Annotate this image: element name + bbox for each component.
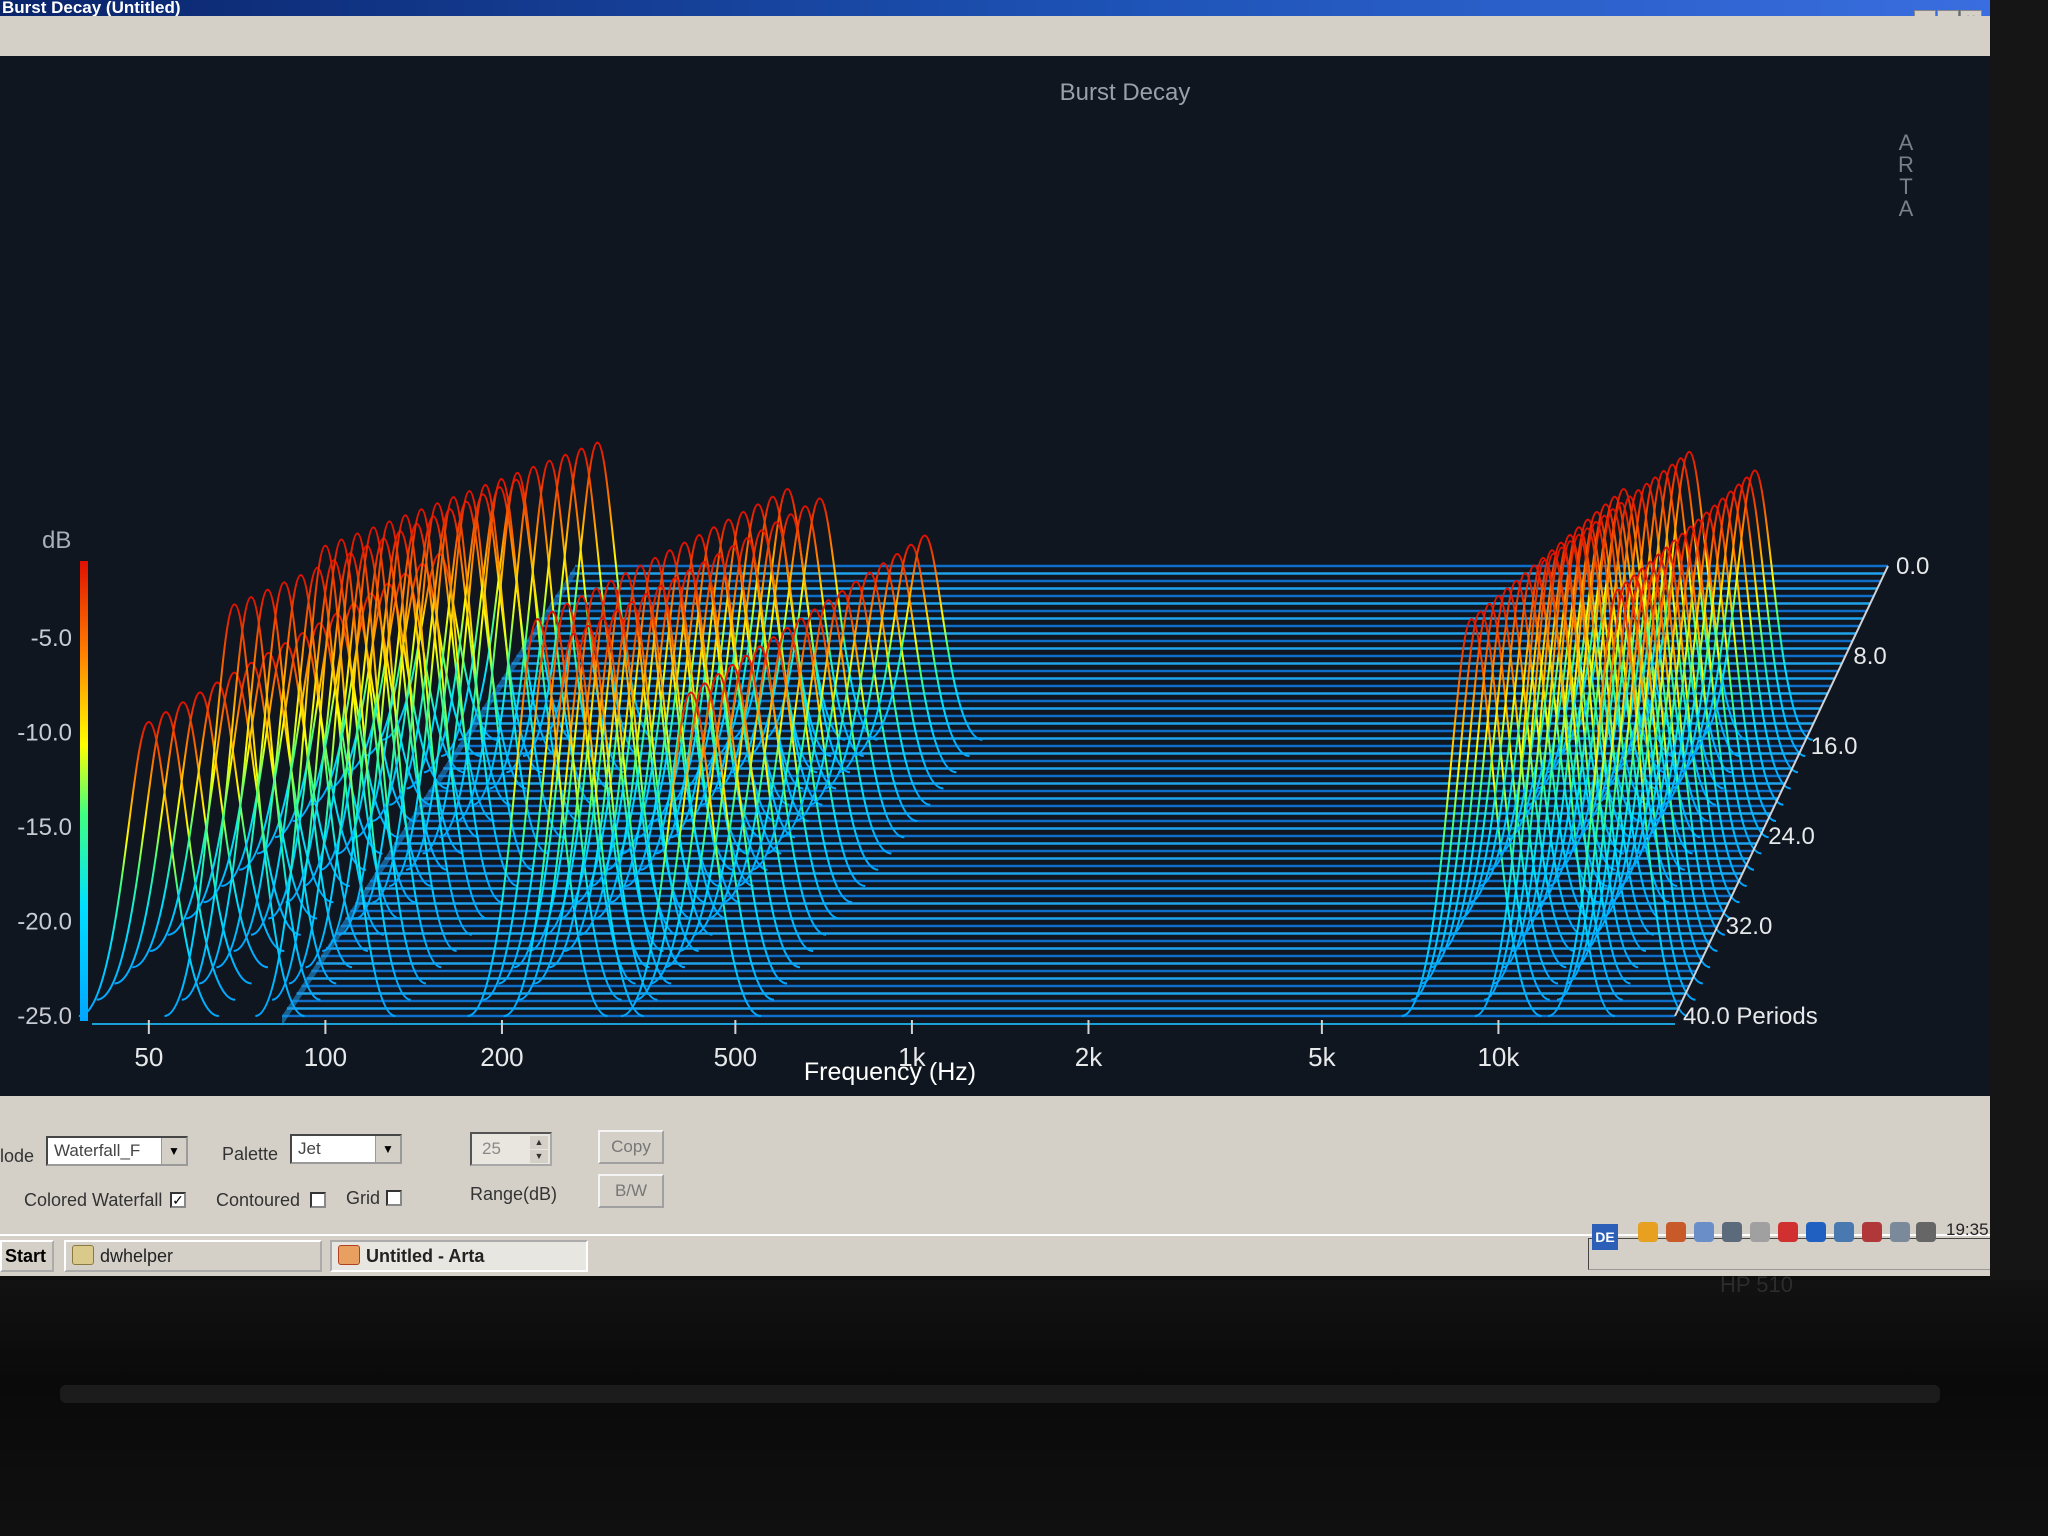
- chevron-down-icon[interactable]: ▼: [161, 1138, 186, 1164]
- x-tick-label: 2k: [1075, 1042, 1103, 1072]
- title-bar: Burst Decay (Untitled): [0, 0, 1995, 17]
- copy-button[interactable]: Copy: [598, 1130, 664, 1164]
- clock: 19:35: [1946, 1220, 1989, 1239]
- task-dwhelper[interactable]: dwhelper: [64, 1240, 322, 1272]
- mode-select[interactable]: Waterfall_F ▼: [46, 1136, 188, 1166]
- control-panel: lode Waterfall_F ▼ Palette Jet ▼ 25 ▲ ▼ …: [0, 1116, 2000, 1230]
- y-axis-label: dB: [42, 527, 71, 554]
- grid-label: Grid: [346, 1188, 381, 1208]
- x-tick-label: 5k: [1308, 1042, 1336, 1072]
- range-spinner[interactable]: 25 ▲ ▼: [470, 1132, 552, 1166]
- tray-app-icon[interactable]: [1750, 1222, 1770, 1242]
- chevron-down-icon[interactable]: ▼: [375, 1136, 400, 1162]
- arta-window: Burst Decay (Untitled) _ ▫ ✕: [0, 0, 2000, 1276]
- folder-icon: [72, 1245, 94, 1265]
- x-tick-label: 200: [480, 1042, 523, 1072]
- z-tick-label: 8.0: [1853, 643, 1886, 670]
- monitor-brand: HP 510: [1720, 1272, 1793, 1297]
- z-tick-label: 40.0 Periods: [1683, 1003, 1818, 1030]
- tray-app-icon[interactable]: [1862, 1222, 1882, 1242]
- y-tick-label: -5.0: [31, 625, 72, 652]
- y-tick-label: -25.0: [17, 1003, 72, 1030]
- z-tick-label: 16.0: [1811, 733, 1858, 760]
- menu-bar: [0, 16, 1995, 56]
- contoured-label: Contoured: [216, 1190, 301, 1210]
- x-tick-label: 10k: [1477, 1042, 1520, 1072]
- color-scale-bar: [80, 561, 88, 1021]
- task-label: Untitled - Arta: [366, 1246, 485, 1266]
- x-tick-label: 500: [714, 1042, 757, 1072]
- task-arta[interactable]: Untitled - Arta: [330, 1240, 588, 1272]
- spin-down-icon[interactable]: ▼: [530, 1150, 548, 1163]
- grid-checkbox[interactable]: [386, 1190, 402, 1206]
- task-label: dwhelper: [100, 1246, 174, 1266]
- start-button[interactable]: Start: [0, 1240, 54, 1272]
- x-axis-label: Frequency (Hz): [804, 1058, 976, 1086]
- bw-button[interactable]: B/W: [598, 1174, 664, 1208]
- system-tray: [1588, 1238, 2000, 1270]
- burst-decay-plot: -5.0 -10.0 -15.0 -20.0 -25.0 50 100 200 500 1k 2k 5…: [0, 56, 1992, 1096]
- language-indicator[interactable]: DE: [1592, 1224, 1618, 1250]
- range-label: Range(dB): [470, 1184, 558, 1204]
- peak-contour-line: [1661, 497, 1784, 806]
- range-value: 25: [482, 1139, 501, 1158]
- tray-network-icon[interactable]: [1694, 1222, 1714, 1242]
- waterfall-chart: -5.0-10.0-15.0-20.0-25.050 100 200 500 1k 2k 5…: [17, 441, 1929, 1086]
- x-tick-label: 50: [134, 1042, 163, 1072]
- colored-waterfall-label: Colored Waterfall: [24, 1190, 163, 1210]
- y-tick-label: -20.0: [17, 909, 72, 936]
- mode-label: lode: [0, 1146, 35, 1166]
- tray-app-icon[interactable]: [1666, 1222, 1686, 1242]
- z-tick-label: 32.0: [1726, 913, 1773, 940]
- monitor-bezel-bottom: [0, 1280, 2048, 1536]
- z-tick-label: 0.0: [1896, 553, 1929, 580]
- tray-app-icon[interactable]: [1638, 1222, 1658, 1242]
- arta-app-icon: [338, 1245, 360, 1265]
- keyboard-edge: [60, 1385, 1940, 1403]
- z-tick-label: 24.0: [1768, 823, 1815, 850]
- tray-app-icon[interactable]: [1722, 1222, 1742, 1242]
- tray-app-icon[interactable]: [1778, 1222, 1798, 1242]
- mode-select-value: Waterfall_F: [54, 1141, 141, 1160]
- x-tick-label: 100: [304, 1042, 347, 1072]
- palette-select-value: Jet: [298, 1139, 321, 1158]
- tray-app-icon[interactable]: [1890, 1222, 1910, 1242]
- contoured-checkbox[interactable]: [310, 1192, 326, 1208]
- y-tick-label: -15.0: [17, 814, 72, 841]
- colored-waterfall-checkbox[interactable]: ✓: [170, 1192, 186, 1208]
- tray-app-icon[interactable]: [1806, 1222, 1826, 1242]
- arta-watermark: ARTA: [1898, 130, 1914, 221]
- chart-title: Burst Decay: [1059, 79, 1191, 106]
- palette-label: Palette: [222, 1144, 279, 1164]
- y-tick-label: -10.0: [17, 720, 72, 747]
- spin-up-icon[interactable]: ▲: [530, 1136, 548, 1149]
- palette-select[interactable]: Jet ▼: [290, 1134, 402, 1164]
- tray-app-icon[interactable]: [1834, 1222, 1854, 1242]
- tray-volume-icon[interactable]: [1916, 1222, 1936, 1242]
